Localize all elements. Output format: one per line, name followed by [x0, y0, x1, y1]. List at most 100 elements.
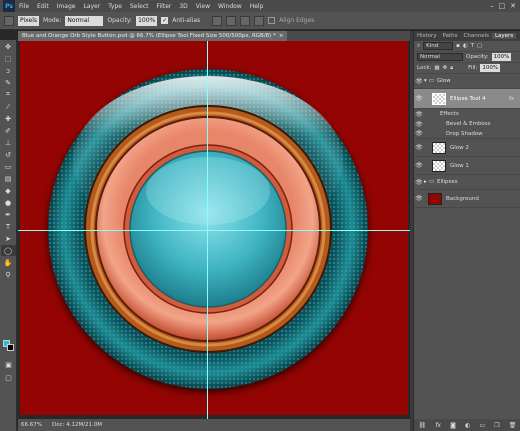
- pen-tool-icon[interactable]: ✒: [1, 209, 16, 220]
- filter-type-icon[interactable]: T: [471, 43, 474, 49]
- layer-effects[interactable]: 👁︎ Effects: [414, 109, 520, 119]
- blur-tool-icon[interactable]: ◆: [1, 185, 16, 196]
- close-tab-icon[interactable]: ×: [279, 33, 284, 39]
- gradient-tool-icon[interactable]: ▤: [1, 173, 16, 184]
- visibility-eye-icon[interactable]: 👁︎: [414, 144, 424, 151]
- menu-help[interactable]: Help: [246, 3, 268, 10]
- screen-mode-icon[interactable]: ▢: [1, 372, 16, 383]
- menu-window[interactable]: Window: [214, 3, 246, 10]
- path-operations-icon[interactable]: [212, 15, 223, 26]
- layer-background[interactable]: 👁︎ Background: [414, 190, 520, 208]
- menu-edit[interactable]: Edit: [33, 3, 53, 10]
- menu-view[interactable]: View: [192, 3, 214, 10]
- path-arrangement-icon[interactable]: [240, 15, 251, 26]
- layer-opacity-input[interactable]: 100%: [491, 53, 512, 61]
- brush-tool-icon[interactable]: ✐: [1, 125, 16, 136]
- crop-tool-icon[interactable]: ⌗: [1, 89, 16, 100]
- document-canvas[interactable]: [20, 41, 408, 415]
- tab-history[interactable]: History: [414, 33, 440, 39]
- antialias-checkbox[interactable]: ✓: [161, 17, 169, 24]
- layer-group-ellipses[interactable]: 👁︎ ▸ ▭ Ellipses: [414, 175, 520, 190]
- path-alignment-icon[interactable]: [226, 15, 237, 26]
- filter-adjust-icon[interactable]: ◐: [463, 43, 468, 49]
- hand-tool-icon[interactable]: ✋: [1, 257, 16, 268]
- menu-3d[interactable]: 3D: [175, 3, 191, 10]
- visibility-eye-icon[interactable]: 👁︎: [414, 95, 424, 102]
- effect-bevel-emboss[interactable]: 👁︎ Bevel & Emboss: [414, 119, 520, 129]
- minimize-button[interactable]: –: [490, 2, 494, 10]
- layer-ellipse-tool-4[interactable]: 👁︎ Ellipse Tool 4 fx: [414, 89, 520, 109]
- menu-layer[interactable]: Layer: [79, 3, 104, 10]
- zoom-level[interactable]: 66.67%: [21, 422, 42, 428]
- ellipse-tool-icon[interactable]: ◯: [0, 245, 16, 256]
- type-tool-icon[interactable]: T: [1, 221, 16, 232]
- delete-layer-icon[interactable]: 🗑︎: [509, 422, 517, 429]
- fx-icon[interactable]: fx: [509, 96, 514, 102]
- filter-pixel-icon[interactable]: ▪: [456, 43, 460, 49]
- visibility-eye-icon[interactable]: 👁︎: [414, 121, 424, 128]
- layer-glow-2[interactable]: 👁︎ Glow 2: [414, 139, 520, 157]
- align-edges-label: Align Edges: [279, 17, 315, 24]
- close-button[interactable]: ✕: [510, 2, 516, 10]
- horizontal-guide: [18, 230, 410, 231]
- settings-gear-icon[interactable]: [254, 15, 265, 26]
- path-select-tool-icon[interactable]: ➤: [1, 233, 16, 244]
- lock-position-icon[interactable]: ✥: [443, 65, 448, 71]
- quick-mask-icon[interactable]: ▣: [1, 359, 16, 370]
- layer-name: Effects: [440, 111, 459, 117]
- visibility-eye-icon[interactable]: 👁︎: [414, 78, 424, 85]
- tab-paths[interactable]: Paths: [440, 33, 461, 39]
- layer-name: Ellipse Tool 4: [450, 95, 486, 102]
- visibility-eye-icon[interactable]: 👁︎: [414, 130, 424, 137]
- menu-file[interactable]: File: [15, 3, 33, 10]
- eyedropper-tool-icon[interactable]: ⁄: [1, 101, 16, 112]
- layer-group-glow[interactable]: 👁︎ ▾ ▭ Glow: [414, 74, 520, 89]
- visibility-eye-icon[interactable]: 👁︎: [414, 162, 424, 169]
- healing-tool-icon[interactable]: ✚: [1, 113, 16, 124]
- background-color-swatch[interactable]: [7, 344, 14, 351]
- align-edges-checkbox[interactable]: [268, 17, 276, 24]
- tab-channels[interactable]: Channels: [461, 33, 492, 39]
- blend-row: Normal Opacity: 100%: [414, 52, 520, 63]
- filter-shape-icon[interactable]: ▢: [477, 43, 482, 49]
- adjustment-layer-icon[interactable]: ◐: [465, 422, 470, 429]
- visibility-eye-icon[interactable]: 👁︎: [414, 111, 424, 118]
- layer-glow-1[interactable]: 👁︎ Glow 1: [414, 157, 520, 175]
- lock-pixels-icon[interactable]: ▦: [434, 65, 439, 71]
- new-group-icon[interactable]: ▭: [479, 422, 485, 429]
- mode-select[interactable]: Normal: [65, 15, 104, 26]
- expand-arrow-icon[interactable]: ▾: [424, 78, 427, 84]
- add-style-icon[interactable]: fx: [435, 422, 441, 429]
- opacity-input[interactable]: 100%: [136, 15, 158, 26]
- visibility-eye-icon[interactable]: 👁︎: [414, 195, 424, 202]
- effect-drop-shadow[interactable]: 👁︎ Drop Shadow: [414, 129, 520, 139]
- layer-name: Ellipses: [436, 179, 458, 185]
- ellipse-tool-preset-icon[interactable]: [4, 15, 14, 26]
- zoom-tool-icon[interactable]: ⚲: [1, 269, 16, 280]
- units-select[interactable]: Pixels: [18, 15, 40, 26]
- menu-select[interactable]: Select: [126, 3, 153, 10]
- dodge-tool-icon[interactable]: ●: [1, 197, 16, 208]
- move-tool-icon[interactable]: ✥: [1, 41, 16, 52]
- eraser-tool-icon[interactable]: ▭: [1, 161, 16, 172]
- maximize-button[interactable]: □: [499, 2, 506, 10]
- lasso-tool-icon[interactable]: ↄ: [1, 65, 16, 76]
- tab-layers[interactable]: Layers: [491, 33, 517, 39]
- history-brush-tool-icon[interactable]: ↺: [1, 149, 16, 160]
- visibility-eye-icon[interactable]: 👁︎: [414, 179, 424, 186]
- marquee-tool-icon[interactable]: ⬚: [1, 53, 16, 64]
- menu-filter[interactable]: Filter: [153, 3, 176, 10]
- collapse-arrow-icon[interactable]: ▸: [424, 179, 427, 185]
- fill-input[interactable]: 100%: [480, 64, 501, 72]
- lock-all-icon[interactable]: 🔒︎: [450, 65, 453, 72]
- blend-mode-select[interactable]: Normal: [417, 53, 463, 61]
- new-layer-icon[interactable]: ❐: [494, 422, 499, 429]
- link-layers-icon[interactable]: ⛓: [419, 422, 427, 429]
- menu-type[interactable]: Type: [104, 3, 126, 10]
- kind-filter-select[interactable]: Kind: [423, 42, 454, 50]
- document-tab[interactable]: Blue and Orange Orb Style Button.psd @ 6…: [18, 31, 288, 41]
- quick-select-tool-icon[interactable]: ✎: [1, 77, 16, 88]
- menu-image[interactable]: Image: [53, 3, 80, 10]
- add-mask-icon[interactable]: ◙: [450, 422, 456, 429]
- clone-stamp-tool-icon[interactable]: ⊥: [1, 137, 16, 148]
